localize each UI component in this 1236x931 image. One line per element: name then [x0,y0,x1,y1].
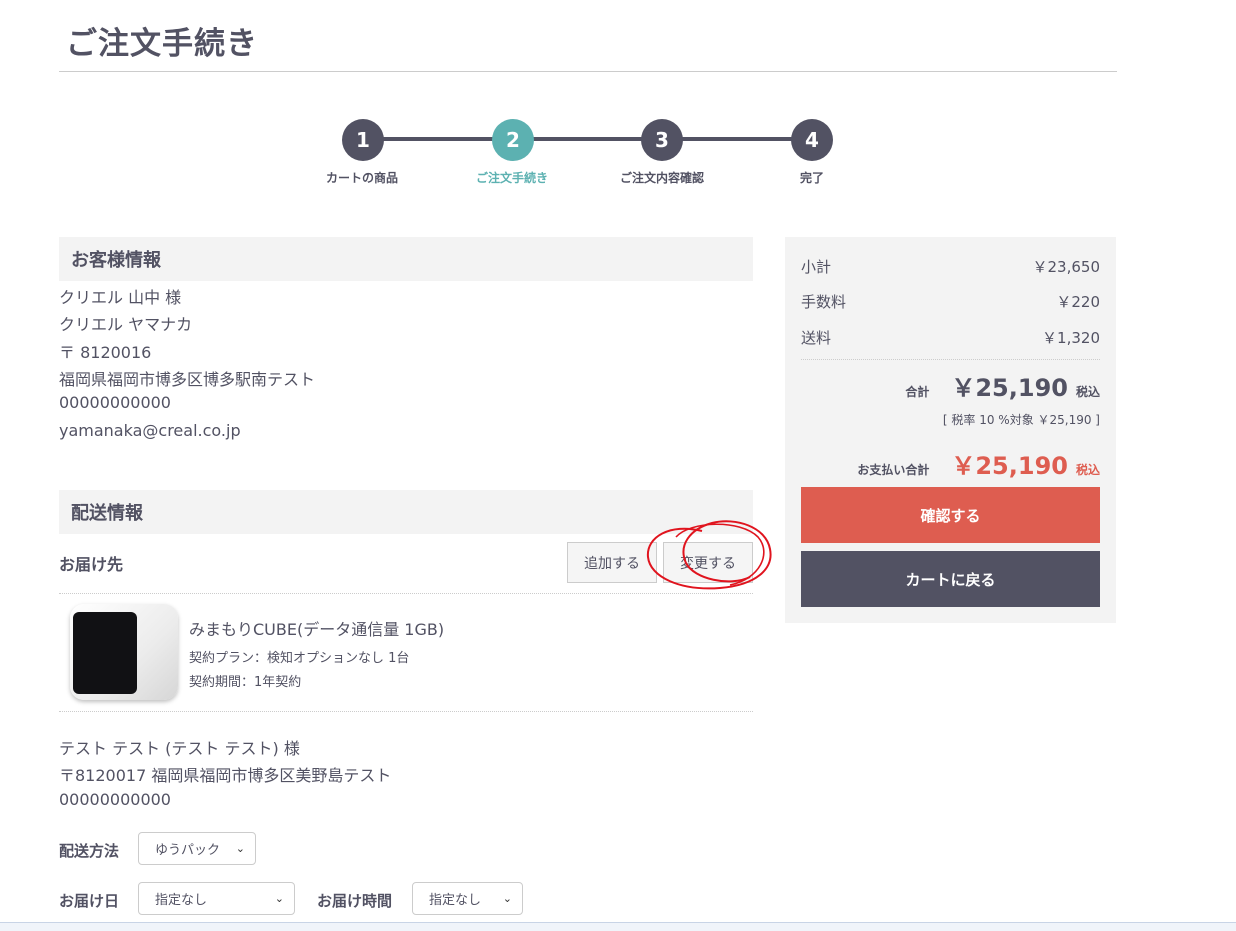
delivery-method-value: ゆうパック [155,843,221,858]
step-3-circle: 3 [641,119,683,161]
delivery-time-select[interactable]: 指定なし ⌄ [412,882,523,915]
product-period: 契約期間：1年契約 [189,675,302,690]
fee-row: 手数料 ￥220 [801,291,1100,312]
step-1-label: カートの商品 [325,171,398,185]
step-2-label: ご注文手続き [475,171,548,185]
total-tax-label: 税込 [1075,385,1100,399]
customer-kana: クリエル ヤマナカ [59,315,193,334]
recipient-address: 〒8120017 福岡県福岡市博多区美野島テスト [59,766,392,785]
total-label: 合計 [905,385,930,399]
recipient-name: テスト テスト (テスト テスト) 様 [59,739,300,758]
payment-total-row: お支払い合計 ￥25,190 税込 [801,446,1100,481]
delivery-method-label: 配送方法 [59,842,120,860]
step-progress-line [363,137,813,141]
step-4-circle: 4 [791,119,833,161]
summary-divider [801,359,1100,360]
product-plan: 契約プラン：検知オプションなし 1台 [189,651,410,666]
delivery-method-select[interactable]: ゆうパック ⌄ [138,832,256,865]
total-value: ￥25,190 [951,374,1068,402]
delivery-time-value: 指定なし [429,893,482,908]
subtotal-row: 小計 ￥23,650 [801,256,1100,277]
customer-section-heading: お客様情報 [59,237,753,281]
customer-postal: 〒 8120016 [59,343,152,362]
shipping-fee-row: 送料 ￥1,320 [801,327,1100,348]
customer-address: 福岡県福岡市博多区博多駅南テスト [59,370,316,389]
step-1-circle: 1 [342,119,384,161]
subtotal-value: ￥23,650 [1032,258,1101,276]
confirm-button[interactable]: 確認する [801,487,1100,543]
fee-label: 手数料 [801,293,847,311]
divider [59,593,753,594]
payment-total-value: ￥25,190 [951,452,1068,480]
destination-label: お届け先 [59,555,124,574]
annotation-circle-icon [646,520,772,590]
fee-value: ￥220 [1056,293,1100,311]
customer-phone: 00000000000 [59,393,171,412]
recipient-phone: 00000000000 [59,790,171,809]
total-row: 合計 ￥25,190 税込 [801,368,1100,403]
back-to-cart-button[interactable]: カートに戻る [801,551,1100,607]
divider [59,711,753,712]
page-title: ご注文手続き [66,26,258,62]
payment-total-label: お支払い合計 [857,463,930,477]
delivery-date-select[interactable]: 指定なし ⌄ [138,882,295,915]
delivery-date-value: 指定なし [155,893,208,908]
delivery-date-label: お届け日 [59,892,120,910]
step-2-circle: 2 [492,119,534,161]
title-divider [59,71,1117,72]
subtotal-label: 小計 [801,258,832,276]
payment-tax-label: 税込 [1075,463,1100,477]
product-name: みまもりCUBE(データ通信量 1GB) [189,620,445,639]
step-3-label: ご注文内容確認 [619,171,704,185]
shipping-fee-label: 送料 [801,329,832,347]
shipping-fee-value: ￥1,320 [1042,329,1100,347]
step-4-label: 完了 [799,171,824,185]
customer-email: yamanaka@creal.co.jp [59,421,241,440]
tax-note: [ 税率 10 %対象 ￥25,190 ] [942,413,1100,427]
customer-name: クリエル 山中 様 [59,288,182,307]
chevron-down-icon: ⌄ [274,892,284,905]
delivery-time-label: お届け時間 [317,892,393,910]
chevron-down-icon: ⌄ [502,892,512,905]
chevron-down-icon: ⌄ [235,842,245,855]
product-image [70,604,178,700]
